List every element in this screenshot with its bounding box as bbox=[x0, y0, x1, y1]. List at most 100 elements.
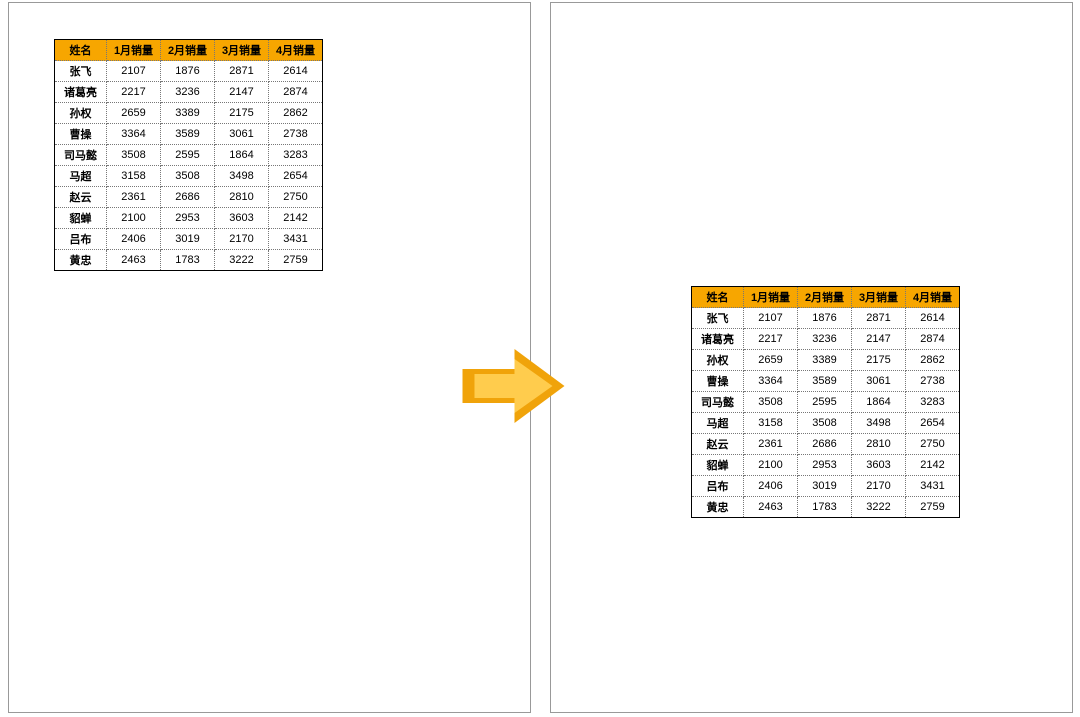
cell-value: 2100 bbox=[107, 208, 161, 229]
cell-value: 2142 bbox=[269, 208, 323, 229]
cell-value: 2170 bbox=[852, 476, 906, 497]
cell-value: 3158 bbox=[744, 413, 798, 434]
cell-value: 2738 bbox=[269, 124, 323, 145]
cell-value: 1876 bbox=[161, 61, 215, 82]
cell-value: 2406 bbox=[744, 476, 798, 497]
cell-value: 2654 bbox=[906, 413, 960, 434]
cell-value: 2406 bbox=[107, 229, 161, 250]
cell-value: 2759 bbox=[906, 497, 960, 518]
table-row: 曹操3364358930612738 bbox=[55, 124, 323, 145]
cell-value: 3283 bbox=[269, 145, 323, 166]
cell-name: 吕布 bbox=[55, 229, 107, 250]
cell-value: 2738 bbox=[906, 371, 960, 392]
cell-value: 1864 bbox=[852, 392, 906, 413]
cell-value: 2953 bbox=[798, 455, 852, 476]
cell-value: 3364 bbox=[744, 371, 798, 392]
table-row: 黄忠2463178332222759 bbox=[55, 250, 323, 271]
cell-name: 孙权 bbox=[55, 103, 107, 124]
cell-value: 2871 bbox=[215, 61, 269, 82]
cell-value: 2147 bbox=[215, 82, 269, 103]
table-row: 司马懿3508259518643283 bbox=[55, 145, 323, 166]
cell-name: 马超 bbox=[692, 413, 744, 434]
cell-value: 3508 bbox=[161, 166, 215, 187]
cell-value: 2862 bbox=[269, 103, 323, 124]
th-month-4: 4月销量 bbox=[269, 40, 323, 61]
cell-value: 3222 bbox=[215, 250, 269, 271]
th-month-3: 3月销量 bbox=[852, 287, 906, 308]
cell-value: 3236 bbox=[798, 329, 852, 350]
table-row: 吕布2406301921703431 bbox=[692, 476, 960, 497]
table-row: 张飞2107187628712614 bbox=[55, 61, 323, 82]
cell-name: 曹操 bbox=[55, 124, 107, 145]
cell-name: 貂蝉 bbox=[55, 208, 107, 229]
cell-value: 3158 bbox=[107, 166, 161, 187]
cell-value: 2100 bbox=[744, 455, 798, 476]
cell-value: 3389 bbox=[161, 103, 215, 124]
cell-value: 2107 bbox=[107, 61, 161, 82]
cell-value: 3589 bbox=[161, 124, 215, 145]
cell-value: 2175 bbox=[852, 350, 906, 371]
table-row: 貂蝉2100295336032142 bbox=[55, 208, 323, 229]
table-row: 张飞2107187628712614 bbox=[692, 308, 960, 329]
cell-value: 2686 bbox=[161, 187, 215, 208]
table-row: 司马懿3508259518643283 bbox=[692, 392, 960, 413]
cell-value: 3236 bbox=[161, 82, 215, 103]
sales-table-after: 姓名 1月销量 2月销量 3月销量 4月销量 张飞210718762871261… bbox=[691, 286, 960, 518]
cell-value: 2686 bbox=[798, 434, 852, 455]
cell-value: 2175 bbox=[215, 103, 269, 124]
cell-value: 3589 bbox=[798, 371, 852, 392]
cell-name: 司马懿 bbox=[55, 145, 107, 166]
cell-value: 2659 bbox=[744, 350, 798, 371]
cell-value: 2810 bbox=[852, 434, 906, 455]
cell-value: 3019 bbox=[798, 476, 852, 497]
table-row: 貂蝉2100295336032142 bbox=[692, 455, 960, 476]
cell-name: 诸葛亮 bbox=[692, 329, 744, 350]
table-row: 黄忠2463178332222759 bbox=[692, 497, 960, 518]
cell-name: 司马懿 bbox=[692, 392, 744, 413]
th-month-2: 2月销量 bbox=[161, 40, 215, 61]
table-row: 赵云2361268628102750 bbox=[692, 434, 960, 455]
table-row: 诸葛亮2217323621472874 bbox=[55, 82, 323, 103]
cell-name: 曹操 bbox=[692, 371, 744, 392]
cell-value: 1864 bbox=[215, 145, 269, 166]
cell-value: 2170 bbox=[215, 229, 269, 250]
sales-table-before: 姓名 1月销量 2月销量 3月销量 4月销量 张飞210718762871261… bbox=[54, 39, 323, 271]
cell-value: 2810 bbox=[215, 187, 269, 208]
cell-value: 1876 bbox=[798, 308, 852, 329]
cell-value: 3061 bbox=[852, 371, 906, 392]
cell-value: 2750 bbox=[269, 187, 323, 208]
cell-value: 3431 bbox=[269, 229, 323, 250]
table-row: 马超3158350834982654 bbox=[55, 166, 323, 187]
table-row: 吕布2406301921703431 bbox=[55, 229, 323, 250]
cell-name: 赵云 bbox=[55, 187, 107, 208]
cell-value: 2107 bbox=[744, 308, 798, 329]
th-month-2: 2月销量 bbox=[798, 287, 852, 308]
cell-value: 2759 bbox=[269, 250, 323, 271]
cell-value: 2595 bbox=[161, 145, 215, 166]
cell-value: 2874 bbox=[906, 329, 960, 350]
th-month-1: 1月销量 bbox=[107, 40, 161, 61]
cell-value: 2463 bbox=[107, 250, 161, 271]
cell-value: 3389 bbox=[798, 350, 852, 371]
cell-name: 黄忠 bbox=[692, 497, 744, 518]
cell-value: 2871 bbox=[852, 308, 906, 329]
table-row: 赵云2361268628102750 bbox=[55, 187, 323, 208]
cell-value: 3431 bbox=[906, 476, 960, 497]
cell-name: 诸葛亮 bbox=[55, 82, 107, 103]
th-month-3: 3月销量 bbox=[215, 40, 269, 61]
cell-value: 2361 bbox=[107, 187, 161, 208]
cell-value: 2614 bbox=[269, 61, 323, 82]
cell-value: 3061 bbox=[215, 124, 269, 145]
cell-value: 3364 bbox=[107, 124, 161, 145]
cell-value: 2217 bbox=[107, 82, 161, 103]
cell-value: 3508 bbox=[107, 145, 161, 166]
cell-value: 3508 bbox=[744, 392, 798, 413]
cell-value: 3508 bbox=[798, 413, 852, 434]
cell-value: 3283 bbox=[906, 392, 960, 413]
page-after: 姓名 1月销量 2月销量 3月销量 4月销量 张飞210718762871261… bbox=[550, 2, 1073, 713]
cell-value: 2463 bbox=[744, 497, 798, 518]
cell-value: 3498 bbox=[852, 413, 906, 434]
cell-name: 马超 bbox=[55, 166, 107, 187]
cell-value: 2750 bbox=[906, 434, 960, 455]
table-row: 孙权2659338921752862 bbox=[692, 350, 960, 371]
